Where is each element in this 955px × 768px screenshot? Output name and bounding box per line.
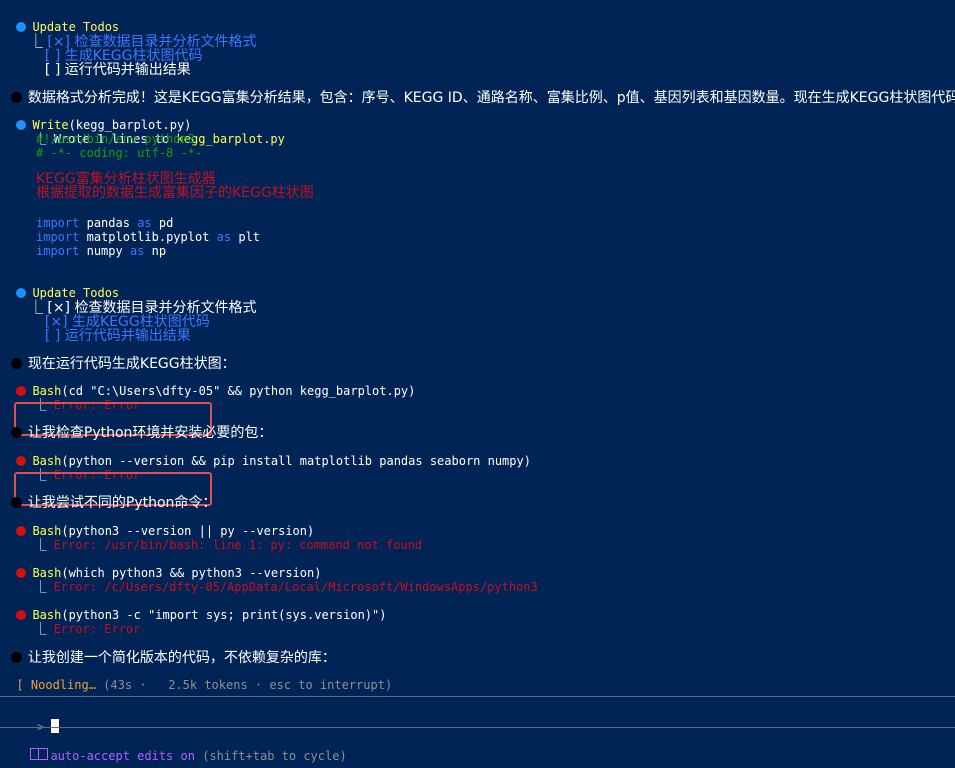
mode-hint: (shift+tab to cycle) <box>202 749 347 763</box>
code-line: import matplotlib.pyplot as plt <box>36 230 261 244</box>
bash-result: ⎿ Error: Error <box>34 622 141 636</box>
status-details: (43s · 2.5k tokens · esc to interrupt) <box>103 678 393 692</box>
assistant-message: 让我尝试不同的Python命令： <box>2 479 216 511</box>
spinner-icon: [ <box>16 678 24 692</box>
bash-result: ⎿ Error: /usr/bin/bash: line 1: py: comm… <box>34 538 423 552</box>
code-line: import numpy as np <box>36 244 167 258</box>
prompt-input[interactable]: > <box>4 700 950 734</box>
message-dot-icon <box>10 497 22 508</box>
status-word: Noodling… <box>30 678 96 692</box>
toggle-icon <box>30 748 49 760</box>
assistant-message: 现在运行代码生成KEGG柱状图： <box>2 340 236 372</box>
message-dot-icon <box>10 358 22 369</box>
code-line: #!/usr/bin/env python3 <box>36 132 195 146</box>
code-line: import pandas as pd <box>36 216 174 230</box>
input-bottom-border <box>0 727 955 728</box>
message-dot-icon <box>10 427 22 438</box>
assistant-message: 让我创建一个简化版本的代码，不依赖复杂的库： <box>2 634 336 666</box>
text-cursor <box>51 719 60 733</box>
mode-toggle[interactable]: auto-accept edits on (shift+tab to cycle… <box>16 734 347 763</box>
assistant-message: 数据格式分析完成！这是KEGG富集分析结果，包含：序号、KEGG ID、通路名称… <box>2 74 955 106</box>
input-top-border <box>0 696 955 697</box>
status-line: [ Noodling… (43s · 2.5k tokens · esc to … <box>2 664 392 692</box>
message-dot-icon <box>10 92 22 103</box>
mode-label: auto-accept edits on <box>50 749 195 763</box>
assistant-message: 让我检查Python环境并安装必要的包： <box>2 409 272 441</box>
message-dot-icon <box>10 652 22 663</box>
code-line: # -*- coding: utf-8 -*- <box>36 146 203 160</box>
code-line: 根据提取的数据生成富集因子的KEGG柱状图 <box>36 185 314 201</box>
bash-result: ⎿ Error: /c/Users/dfty-05/AppData/Local/… <box>34 580 538 594</box>
